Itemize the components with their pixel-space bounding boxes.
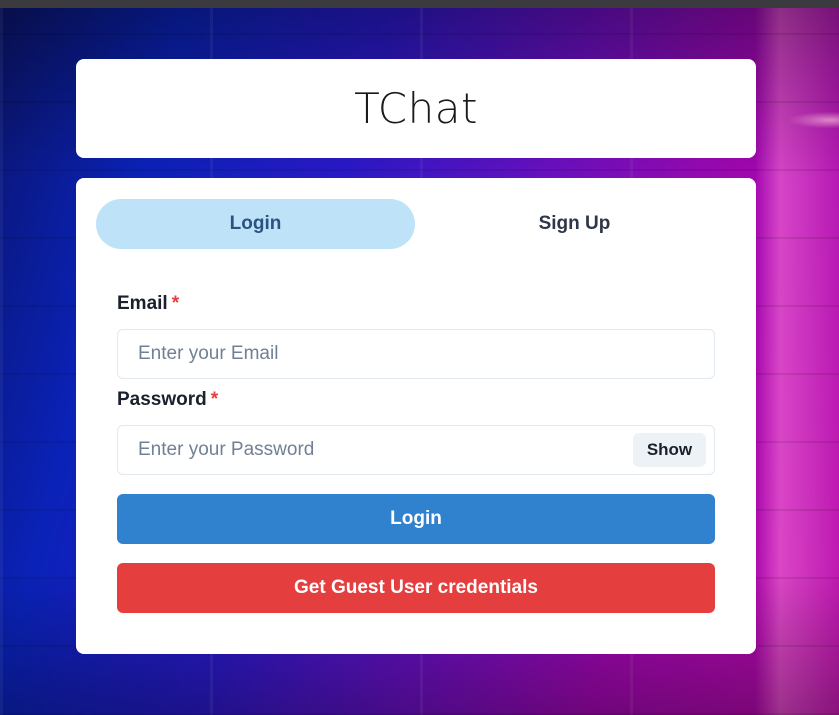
guest-credentials-button[interactable]: Get Guest User credentials — [117, 563, 715, 613]
login-button[interactable]: Login — [117, 494, 715, 544]
password-input[interactable] — [117, 425, 715, 475]
password-label: Password * — [117, 389, 218, 411]
email-input[interactable] — [117, 329, 715, 379]
required-mark: * — [171, 293, 180, 314]
email-label-text: Email — [117, 293, 168, 314]
show-password-button[interactable]: Show — [633, 433, 706, 467]
app-title: TChat — [354, 84, 478, 133]
auth-form-card: Login Sign Up Email* Password* Show Logi… — [76, 178, 756, 654]
required-mark: * — [210, 389, 219, 410]
email-label: Email * — [117, 293, 179, 315]
tab-sign-up[interactable]: Sign Up — [415, 199, 734, 249]
password-label-text: Password — [117, 389, 207, 410]
auth-tabs: Login Sign Up — [96, 199, 734, 249]
tab-login[interactable]: Login — [96, 199, 415, 249]
app-header-card: TChat — [76, 59, 756, 158]
browser-top-bar — [0, 0, 839, 8]
